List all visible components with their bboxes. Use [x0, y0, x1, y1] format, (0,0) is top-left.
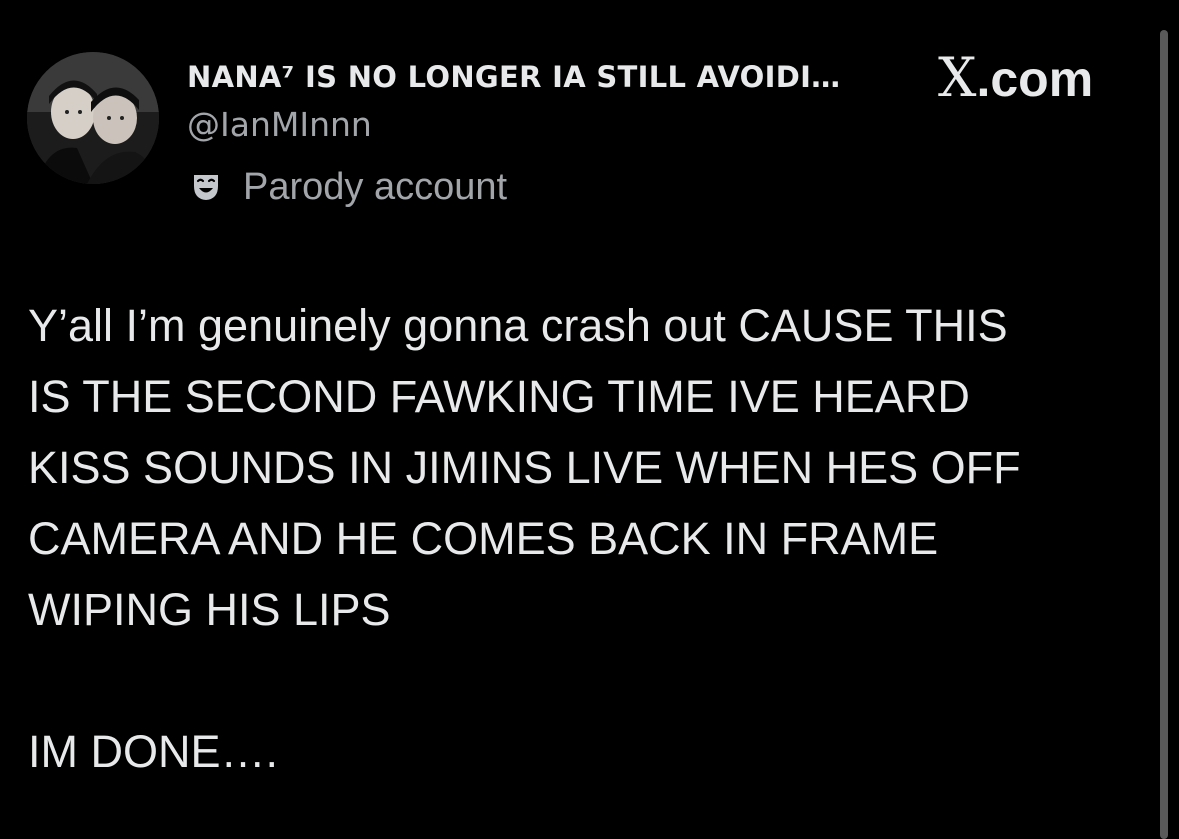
tweet-line: CAMERA AND HE COMES BACK IN FRAME	[28, 513, 939, 564]
avatar[interactable]	[27, 52, 159, 184]
tweet-line: Y’all I’m genuinely gonna crash out CAUS…	[28, 300, 1008, 351]
theater-masks-icon	[191, 172, 221, 202]
tweet-line: IS THE SECOND FAWKING TIME IVE HEARD	[28, 371, 970, 422]
tweet-closing-line: IM DONE….	[28, 726, 279, 777]
scrollbar[interactable]	[1160, 30, 1168, 839]
avatar-photo	[27, 52, 159, 184]
author-handle[interactable]: @IanMInnn	[187, 104, 372, 146]
logo-suffix: .com	[976, 51, 1094, 107]
tweet-line: WIPING HIS LIPS	[28, 584, 391, 635]
parody-label: Parody account	[243, 165, 508, 208]
parody-badge: Parody account	[191, 165, 507, 209]
x-com-logo: X.com	[938, 50, 1094, 108]
tweet-text: Y’all I’m genuinely gonna crash out CAUS…	[28, 290, 1138, 787]
tweet-line: KISS SOUNDS IN JIMINS LIVE WHEN HES OFF	[28, 442, 1021, 493]
author-display-name[interactable]: NANA⁷ IS NO LONGER IA STILL AVOIDI…	[187, 57, 840, 97]
x-logo-icon: X	[938, 46, 977, 109]
